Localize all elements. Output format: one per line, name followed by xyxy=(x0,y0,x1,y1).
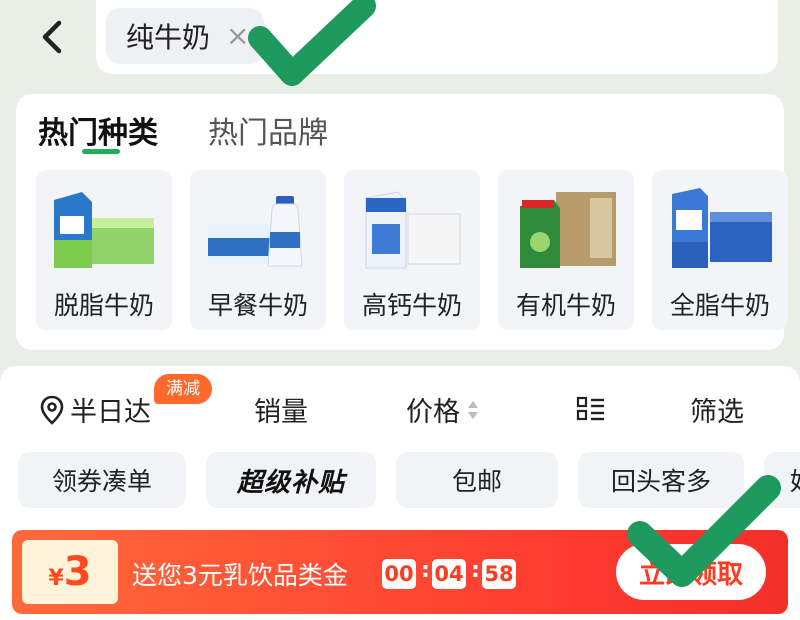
milk-bottle-product-image xyxy=(208,196,303,267)
pill-super-subsidy[interactable]: 超级补贴 xyxy=(206,452,376,508)
category-card: 热门种类 热门品牌 脱脂牛奶 早餐牛奶 高钙牛奶 有机牛奶 全脂牛奶 xyxy=(16,94,788,350)
sort-arrows-icon xyxy=(468,400,478,419)
countdown-seconds: 58 xyxy=(482,559,516,589)
category-tile-whole[interactable]: 全脂牛奶 xyxy=(652,170,788,330)
category-label: 全脂牛奶 xyxy=(669,291,770,320)
milk-box-product-image xyxy=(365,191,461,269)
category-label: 脱脂牛奶 xyxy=(53,291,154,320)
category-tile-high-calcium[interactable]: 高钙牛奶 xyxy=(344,170,480,330)
pill-coupon-bundle[interactable]: 领券凑单 xyxy=(18,452,186,508)
countdown-separator: : xyxy=(421,558,430,583)
layout-toggle-button[interactable] xyxy=(576,396,606,422)
milk-box-product-image xyxy=(672,188,772,268)
sort-delivery-label: 半日达 xyxy=(70,397,151,428)
filter-button[interactable]: 筛选 xyxy=(690,390,744,429)
active-tab-indicator xyxy=(82,149,120,154)
search-box[interactable]: 纯牛奶 × xyxy=(96,0,778,74)
super-subsidy-logo: 超级补贴 xyxy=(236,467,345,498)
milk-box-product-image xyxy=(520,192,616,268)
list-view-icon xyxy=(576,396,604,421)
coupon-value: 3 xyxy=(63,549,92,595)
discount-badge: 满减 xyxy=(154,374,212,404)
category-tile-skim[interactable]: 脱脂牛奶 xyxy=(36,170,172,330)
search-query-text: 纯牛奶 xyxy=(126,21,211,54)
tab-hot-brands[interactable]: 热门品牌 xyxy=(208,108,328,152)
sort-sales[interactable]: 销量 xyxy=(254,390,308,429)
category-label: 早餐牛奶 xyxy=(207,291,308,320)
countdown-minutes: 04 xyxy=(432,559,466,589)
pill-free-shipping[interactable]: 包邮 xyxy=(396,452,558,508)
sort-delivery[interactable]: 半日达 xyxy=(40,390,151,429)
coupon-currency: ¥ xyxy=(48,566,64,591)
tab-hot-categories[interactable]: 热门种类 xyxy=(38,108,158,152)
search-query-chip[interactable]: 纯牛奶 × xyxy=(106,8,264,64)
category-label: 高钙牛奶 xyxy=(361,291,462,320)
sort-price-label: 价格 xyxy=(406,397,460,428)
category-label: 有机牛奶 xyxy=(515,291,616,320)
category-tile-organic[interactable]: 有机牛奶 xyxy=(498,170,634,330)
countdown-separator: : xyxy=(471,558,480,583)
countdown-hours: 00 xyxy=(382,559,416,589)
milk-box-product-image xyxy=(54,192,154,268)
chevron-left-icon xyxy=(42,20,62,54)
back-button[interactable] xyxy=(30,16,72,58)
location-pin-icon xyxy=(40,395,64,425)
sort-price[interactable]: 价格 xyxy=(406,390,480,429)
coupon-amount: ¥ 3 xyxy=(22,540,118,604)
coupon-description: 送您3元乳饮品类金 xyxy=(132,561,348,590)
top-bar: 纯牛奶 × xyxy=(0,0,800,88)
category-tile-breakfast[interactable]: 早餐牛奶 xyxy=(190,170,326,330)
check-mark-icon xyxy=(248,0,376,86)
check-mark-icon xyxy=(627,475,781,587)
